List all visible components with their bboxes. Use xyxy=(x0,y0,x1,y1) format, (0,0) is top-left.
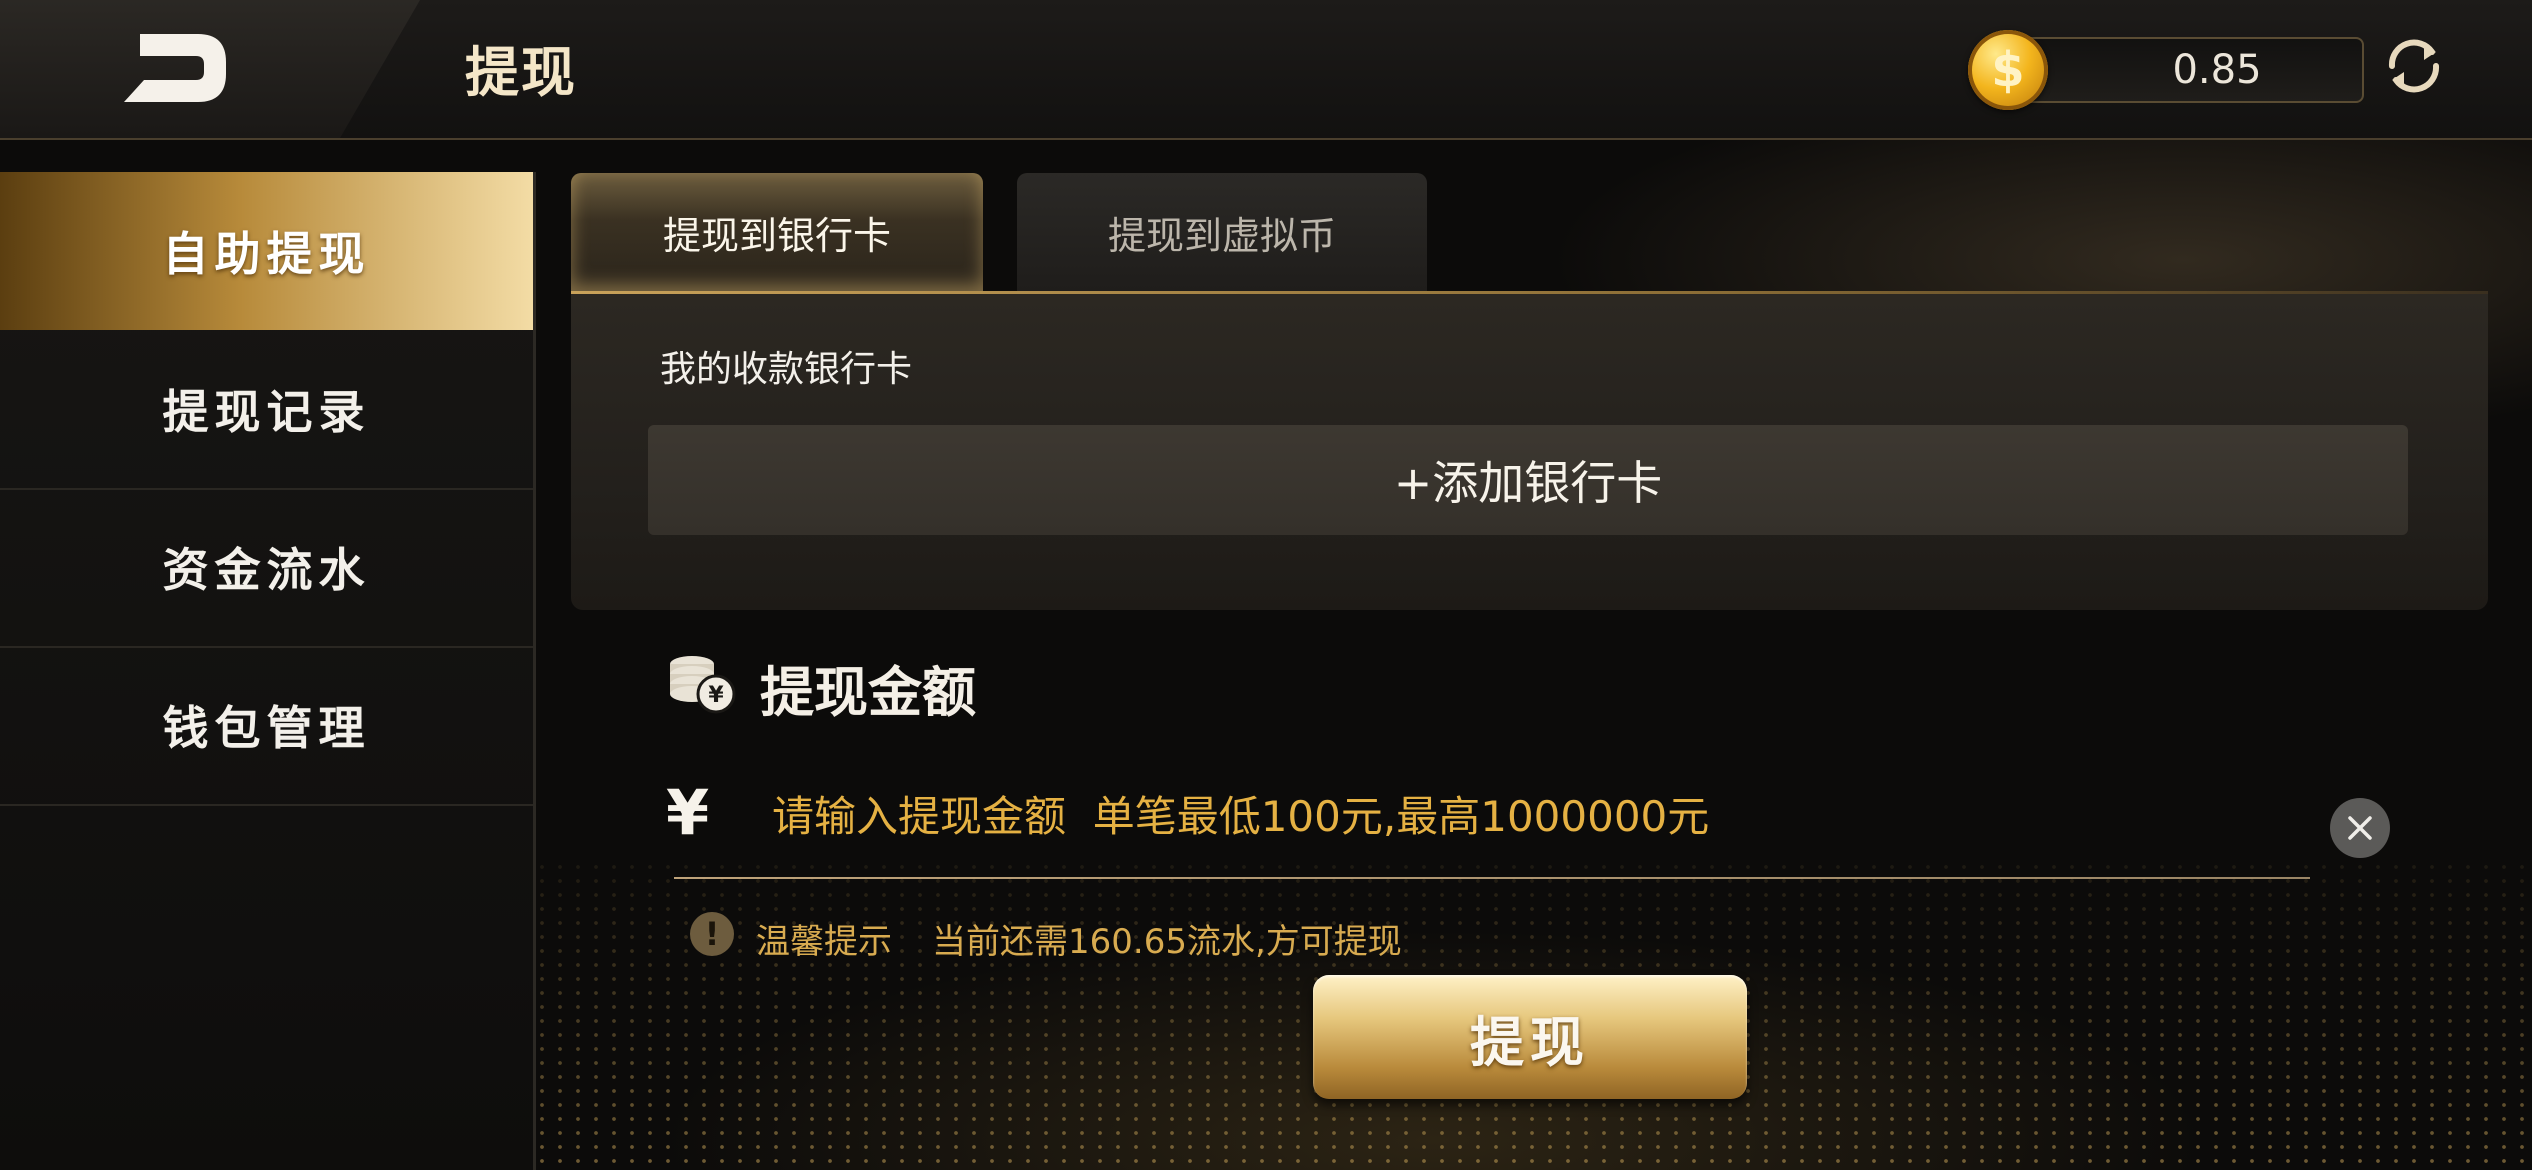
back-arrow-icon xyxy=(124,34,226,102)
sidebar-item-withdraw-records[interactable]: 提现记录 xyxy=(0,330,533,490)
coin-symbol: $ xyxy=(1991,42,2025,98)
coin-stack-icon: ¥ xyxy=(670,656,736,714)
sidebar-item-self-withdraw[interactable]: 自助提现 xyxy=(0,172,533,330)
amount-input[interactable] xyxy=(770,780,2274,852)
tab-withdraw-to-bank-card[interactable]: 提现到银行卡 xyxy=(571,173,983,291)
sidebar: 自助提现 提现记录 资金流水 钱包管理 xyxy=(0,172,536,1170)
balance-display: 0.85 xyxy=(2010,37,2364,103)
sidebar-item-wallet-management[interactable]: 钱包管理 xyxy=(0,646,533,806)
clear-input-button[interactable] xyxy=(2330,798,2390,858)
sidebar-item-fund-flow[interactable]: 资金流水 xyxy=(0,488,533,648)
refresh-icon xyxy=(2388,39,2440,93)
close-icon xyxy=(2348,816,2372,840)
refresh-button[interactable] xyxy=(2378,30,2450,102)
gold-coin-icon: $ xyxy=(1968,30,2048,110)
back-button[interactable] xyxy=(120,28,240,108)
top-bar: 提现 0.85 $ xyxy=(0,0,2532,140)
input-underline xyxy=(674,877,2310,879)
withdraw-button[interactable]: 提现 xyxy=(1313,975,1747,1099)
tab-withdraw-to-crypto[interactable]: 提现到虚拟币 xyxy=(1017,173,1427,291)
tip-label: 温馨提示 xyxy=(756,922,892,962)
page-title: 提现 xyxy=(465,41,577,104)
svg-text:¥: ¥ xyxy=(708,683,724,708)
warning-icon: ! xyxy=(690,912,734,956)
balance-value: 0.85 xyxy=(2172,47,2262,93)
tip-text: 当前还需160.65流水,方可提现 xyxy=(932,922,1402,962)
currency-symbol: ¥ xyxy=(666,776,710,849)
amount-title: 提现金额 xyxy=(760,661,976,724)
add-bank-card-button[interactable]: +添加银行卡 xyxy=(648,425,2408,535)
bank-card-label: 我的收款银行卡 xyxy=(660,349,913,390)
